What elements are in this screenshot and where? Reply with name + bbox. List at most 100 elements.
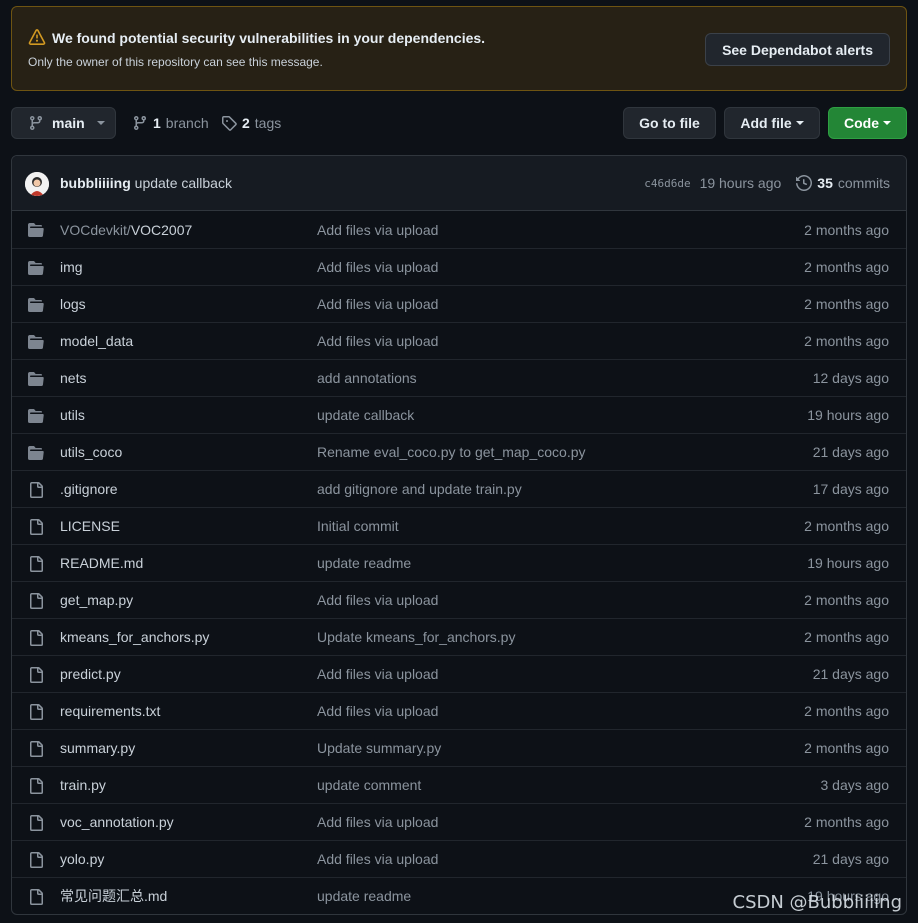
commit-age: 12 days ago xyxy=(812,370,889,386)
latest-commit-bar: bubbliiiing update callback c46d6de 19 h… xyxy=(12,156,906,211)
see-dependabot-alerts-button[interactable]: See Dependabot alerts xyxy=(705,33,890,66)
tag-count: 2 xyxy=(242,115,250,131)
add-file-button[interactable]: Add file xyxy=(724,107,820,139)
file-name: requirements.txt xyxy=(60,703,161,719)
file-name: utils xyxy=(60,407,85,423)
file-name: get_map.py xyxy=(60,592,134,608)
file-name-link[interactable]: utils_coco xyxy=(60,444,122,460)
file-name-link[interactable]: get_map.py xyxy=(60,592,133,608)
file-name-link[interactable]: kmeans_for_anchors.py xyxy=(60,629,209,645)
file-name-link[interactable]: train.py xyxy=(60,777,106,793)
file-row[interactable]: logs Add files via upload 2 months ago xyxy=(12,285,906,322)
commit-age: 2 months ago xyxy=(804,518,889,534)
commit-message-link[interactable]: Add files via upload xyxy=(317,296,438,312)
commit-message-link[interactable]: Update summary.py xyxy=(317,740,441,756)
commit-meta: c46d6de 19 hours ago 35 commits xyxy=(644,175,890,191)
commit-age: 2 months ago xyxy=(804,221,889,238)
file-row[interactable]: voc_annotation.py Add files via upload 2 m… xyxy=(12,803,906,840)
file-rows: VOCdevkit/VOC2007 Add files via upload 2 m… xyxy=(12,211,906,914)
chevron-down-icon xyxy=(795,121,804,125)
branches-link[interactable]: 1 branch xyxy=(132,107,209,139)
file-name-link[interactable]: requirements.txt xyxy=(60,703,160,719)
file-row[interactable]: predict.py Add files via upload 21 days ag… xyxy=(12,655,906,692)
file-name-link[interactable]: img xyxy=(60,259,83,275)
file-name-link[interactable]: predict.py xyxy=(60,666,121,682)
commit-age: 2 months ago xyxy=(804,259,889,275)
commits-link[interactable]: 35 commits xyxy=(796,175,890,191)
commit-message-link[interactable]: add gitignore and update train.py xyxy=(317,481,522,497)
file-name-link[interactable]: .gitignore xyxy=(60,481,118,497)
file-name: LICENSE xyxy=(60,518,120,534)
file-name-link[interactable]: README.md xyxy=(60,555,143,571)
file-row[interactable]: LICENSE Initial commit 2 months ago xyxy=(12,507,906,544)
file-row[interactable]: utils_coco Rename eval_coco.py to get_map… xyxy=(12,433,906,470)
commit-age: 2 months ago xyxy=(804,333,889,349)
commit-message-link[interactable]: update comment xyxy=(317,777,421,793)
commit-message-link[interactable]: update readme xyxy=(317,555,411,571)
file-name-link[interactable]: logs xyxy=(60,296,86,312)
warning-icon xyxy=(28,29,46,45)
security-alert-banner: We found potential security vulnerabilit… xyxy=(11,6,907,91)
folder-icon xyxy=(28,445,44,461)
commit-message-link[interactable]: Add files via upload xyxy=(317,814,438,830)
commit-age: 2 months ago xyxy=(804,629,889,645)
commit-time: 19 hours ago xyxy=(699,175,782,191)
file-row[interactable]: model_data Add files via upload 2 months a… xyxy=(12,322,906,359)
file-icon xyxy=(28,778,44,794)
branch-select-button[interactable]: main xyxy=(11,107,116,139)
commit-message-link[interactable]: Add files via upload xyxy=(317,222,438,238)
code-button[interactable]: Code xyxy=(828,107,907,139)
file-row[interactable]: get_map.py Add files via upload 2 months a… xyxy=(12,581,906,618)
folder-icon xyxy=(28,222,44,238)
file-row[interactable]: utils update callback 19 hours ago xyxy=(12,396,906,433)
folder-icon xyxy=(28,297,44,313)
file-icon xyxy=(28,704,44,720)
file-name-link[interactable]: model_data xyxy=(60,333,133,349)
commit-message[interactable]: update callback xyxy=(135,175,232,191)
commit-message-link[interactable]: update callback xyxy=(317,407,414,423)
commit-message-link[interactable]: Add files via upload xyxy=(317,703,438,719)
watermark: CSDN @Bubbliiiing xyxy=(732,892,903,913)
commit-message-link[interactable]: Add files via upload xyxy=(317,259,438,275)
file-name-link[interactable]: yolo.py xyxy=(60,851,104,867)
file-row[interactable]: yolo.py Add files via upload 21 days ago xyxy=(12,840,906,877)
file-icon xyxy=(28,482,44,498)
file-row[interactable]: train.py update comment 3 days ago xyxy=(12,766,906,803)
commit-message-link[interactable]: Update kmeans_for_anchors.py xyxy=(317,629,515,645)
file-name-link[interactable]: nets xyxy=(60,370,86,386)
commit-message-link[interactable]: add annotations xyxy=(317,370,417,386)
commit-age: 3 days ago xyxy=(820,777,890,793)
avatar[interactable] xyxy=(25,172,49,196)
file-row[interactable]: summary.py Update summary.py 2 months ago xyxy=(12,729,906,766)
commit-sha[interactable]: c46d6de xyxy=(644,177,690,190)
file-row[interactable]: VOCdevkit/VOC2007 Add files via upload 2 m… xyxy=(12,211,906,248)
folder-icon xyxy=(28,334,44,350)
file-name: .gitignore xyxy=(60,481,118,497)
commit-message-link[interactable]: Rename eval_coco.py to get_map_coco.py xyxy=(317,444,586,460)
commit-message-link[interactable]: Add files via upload xyxy=(317,666,438,682)
file-name-link[interactable]: LICENSE xyxy=(60,518,120,534)
file-row[interactable]: nets add annotations 12 days ago xyxy=(12,359,906,396)
file-row[interactable]: .gitignore add gitignore and update train… xyxy=(12,470,906,507)
file-row[interactable]: kmeans_for_anchors.py Update kmeans_for_a… xyxy=(12,618,906,655)
file-name-link[interactable]: 常见问题汇总.md xyxy=(60,886,167,906)
file-icon xyxy=(28,593,44,609)
commit-age: 2 months ago xyxy=(804,814,889,830)
commit-message-link[interactable]: Add files via upload xyxy=(317,333,438,349)
tags-link[interactable]: 2 tags xyxy=(221,107,281,139)
commit-message-link[interactable]: Add files via upload xyxy=(317,851,438,867)
commit-author[interactable]: bubbliiiing xyxy=(60,175,131,191)
commit-message-link[interactable]: Add files via upload xyxy=(317,592,438,608)
file-name-link[interactable]: utils xyxy=(60,407,85,423)
file-name-link[interactable]: voc_annotation.py xyxy=(60,814,174,830)
commit-message-link[interactable]: Initial commit xyxy=(317,518,399,534)
file-name-link[interactable]: VOCdevkit/VOC2007 xyxy=(60,222,192,238)
file-icon xyxy=(28,667,44,683)
file-row[interactable]: img Add files via upload 2 months ago xyxy=(12,248,906,285)
commit-age: 2 months ago xyxy=(804,296,889,312)
commit-message-link[interactable]: update readme xyxy=(317,888,411,904)
file-row[interactable]: README.md update readme 19 hours ago xyxy=(12,544,906,581)
file-row[interactable]: requirements.txt Add files via upload 2 mo… xyxy=(12,692,906,729)
file-name-link[interactable]: summary.py xyxy=(60,740,135,756)
go-to-file-button[interactable]: Go to file xyxy=(623,107,716,139)
